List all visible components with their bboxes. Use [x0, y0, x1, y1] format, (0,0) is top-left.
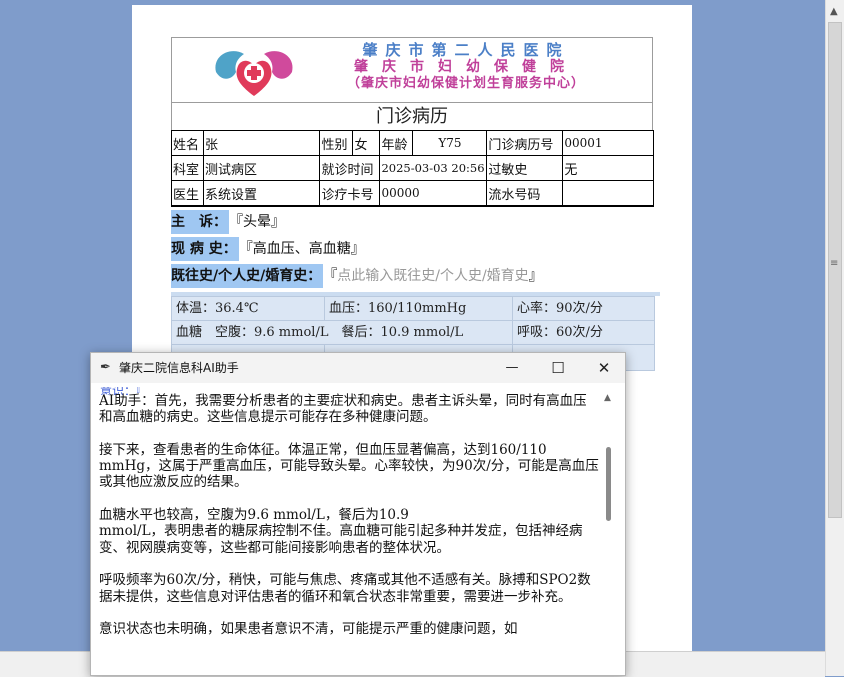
- past-history-placeholder[interactable]: 点此输入既往史/个人史/婚育史: [337, 268, 528, 284]
- allergy-value[interactable]: 无: [562, 155, 654, 181]
- ai-window-titlebar[interactable]: ✒ 肇庆二院信息科AI助手 — ☐ ✕: [91, 353, 625, 383]
- name-value[interactable]: 张: [202, 130, 321, 156]
- present-illness-label: 现 病 史：: [171, 237, 239, 261]
- maximize-button[interactable]: ☐: [535, 353, 581, 383]
- dept-label: 科室: [171, 155, 204, 181]
- dept-value[interactable]: 测试病区: [202, 155, 321, 181]
- hospital-header: 肇庆市第二人民医院 肇庆市妇幼保健院 （肇庆市妇幼保健计划生育服务中心）: [171, 37, 653, 103]
- serial-label: 流水号码: [486, 180, 564, 207]
- record-no-value[interactable]: 00001: [562, 130, 654, 156]
- visit-time-label: 就诊时间: [319, 155, 381, 181]
- scroll-grip-icon: ≡: [830, 258, 839, 269]
- hospital-name-line2: 肇庆市妇幼保健院: [354, 59, 578, 75]
- hospital-name-line1: 肇庆市第二人民医院: [362, 41, 570, 59]
- hospital-name-line3: （肇庆市妇幼保健计划生育服务中心）: [346, 76, 585, 91]
- age-value[interactable]: Y75: [412, 130, 488, 156]
- hospital-logo-icon: [215, 51, 293, 96]
- temperature[interactable]: 体温：36.4℃: [172, 297, 325, 321]
- gender-value[interactable]: 女: [352, 130, 381, 156]
- card-value[interactable]: 00000: [379, 180, 488, 207]
- patient-info-table: 姓名 张 性别 女 年龄 Y75 门诊病历号 00001 科室 测试病区 就诊时…: [171, 130, 654, 207]
- feather-app-icon: ✒: [100, 360, 111, 375]
- record-no-label: 门诊病历号: [486, 130, 564, 156]
- document-vertical-scrollbar[interactable]: ▲ ≡: [825, 0, 844, 676]
- present-illness[interactable]: 现 病 史： 『高血压、高血糖』: [171, 237, 365, 261]
- scroll-up-arrow-icon[interactable]: ▲: [830, 6, 838, 17]
- allergy-label: 过敏史: [486, 155, 564, 181]
- past-history-open: 『: [323, 268, 338, 284]
- chief-complaint-value[interactable]: 『头晕』: [229, 214, 285, 230]
- serial-value[interactable]: [562, 180, 654, 207]
- scroll-thumb[interactable]: [828, 22, 842, 518]
- minimize-button[interactable]: —: [489, 353, 535, 383]
- present-illness-value[interactable]: 『高血压、高血糖』: [239, 241, 365, 257]
- ai-text-scrollbar[interactable]: ▲: [601, 393, 615, 675]
- ai-window-title: 肇庆二院信息科AI助手: [119, 361, 239, 375]
- ai-scroll-up-icon[interactable]: ▲: [604, 393, 611, 403]
- ai-response-text[interactable]: AI助手：首先，我需要分析患者的主要症状和病史。患者主诉头晕，同时有高血压和高血…: [99, 393, 599, 675]
- close-button[interactable]: ✕: [581, 353, 625, 383]
- past-history-close: 』: [528, 268, 543, 284]
- doctor-value[interactable]: 系统设置: [202, 180, 321, 207]
- ai-scroll-thumb[interactable]: [606, 447, 611, 521]
- ai-assistant-window[interactable]: ✒ 肇庆二院信息科AI助手 — ☐ ✕ 意识：『 AI助手：首先，我需要分析患者…: [90, 352, 626, 676]
- name-label: 姓名: [171, 130, 204, 156]
- record-title: 门诊病历: [171, 103, 653, 130]
- visit-time-value[interactable]: 2025-03-03 20:56: [379, 155, 488, 181]
- respiration[interactable]: 呼吸：60次/分: [513, 321, 654, 345]
- past-history-label: 既往史/个人史/婚育史：: [171, 264, 324, 288]
- past-history[interactable]: 既往史/个人史/婚育史： 『点此输入既往史/个人史/婚育史』: [171, 264, 543, 288]
- blood-pressure[interactable]: 血压：160/110mmHg: [325, 297, 513, 321]
- gender-label: 性别: [319, 130, 354, 156]
- heart-rate[interactable]: 心率：90次/分: [513, 297, 654, 321]
- card-label: 诊疗卡号: [319, 180, 381, 207]
- blood-glucose[interactable]: 血糖 空腹：9.6 mmol/L 餐后：10.9 mmol/L: [172, 321, 513, 345]
- chief-complaint-label: 主 诉：: [171, 210, 229, 234]
- chief-complaint[interactable]: 主 诉： 『头晕』: [171, 210, 285, 234]
- doctor-label: 医生: [171, 180, 204, 207]
- age-label: 年龄: [379, 130, 414, 156]
